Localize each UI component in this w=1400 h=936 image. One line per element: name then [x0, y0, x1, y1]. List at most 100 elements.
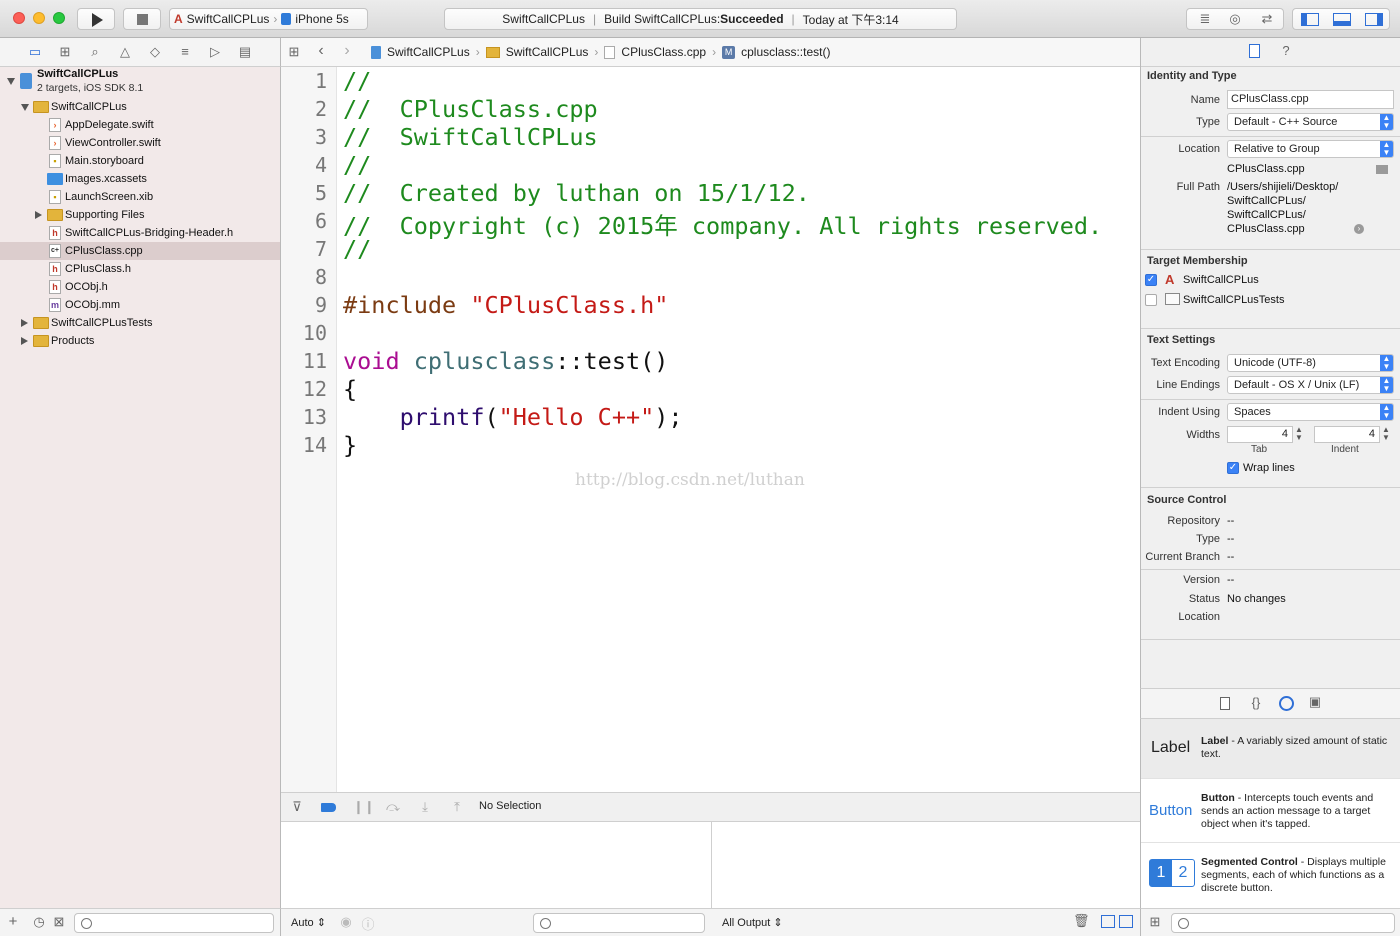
hide-debug-area-icon[interactable]: ⊽ [289, 799, 305, 815]
variables-scope-select[interactable]: Auto ⇕ [291, 916, 326, 929]
file-inspector-icon[interactable] [1249, 44, 1260, 58]
text-encoding-select[interactable]: Unicode (UTF-8) ▲ ▼ [1227, 354, 1394, 372]
run-button[interactable] [77, 8, 115, 30]
indent-width-field[interactable]: 4 [1314, 426, 1380, 443]
variables-filter-input[interactable] [533, 913, 705, 933]
library-item-label[interactable]: Label Label - A variably sized amount of… [1141, 719, 1400, 779]
file-appdelegate[interactable]: › AppDelegate.swift [0, 116, 280, 134]
breadcrumb-file[interactable]: CPlusClass.cpp [621, 45, 706, 59]
navigator-item-label: LaunchScreen.xib [65, 191, 154, 203]
object-library-icon[interactable] [1279, 696, 1294, 711]
field-label: Location [1178, 143, 1220, 155]
disclosure-right-icon[interactable] [21, 319, 28, 327]
group-supporting-files[interactable]: Supporting Files [0, 206, 280, 224]
disclosure-down-icon[interactable] [21, 104, 29, 111]
folder-icon[interactable] [1376, 165, 1388, 174]
file-main-storyboard[interactable]: ▪ Main.storyboard [0, 152, 280, 170]
disclosure-right-icon[interactable] [21, 337, 28, 345]
symbol-navigator-icon[interactable]: ⊞ [56, 44, 74, 60]
minimize-window-button[interactable] [33, 12, 45, 24]
file-launchscreen[interactable]: ▪ LaunchScreen.xib [0, 188, 280, 206]
indent-stepper[interactable]: ▲ ▼ [1382, 426, 1390, 442]
media-library-icon[interactable]: ▣ [1307, 694, 1323, 710]
wrap-lines-checkbox[interactable]: ✓ [1227, 462, 1239, 474]
forward-arrow-icon[interactable]: › [341, 42, 353, 60]
group-tests[interactable]: SwiftCallCPLusTests [0, 314, 280, 332]
scm-filter-icon[interactable]: ⊠ [52, 914, 66, 930]
file-cplusclass-h[interactable]: h CPlusClass.h [0, 260, 280, 278]
file-cplusclass-cpp[interactable]: c+ CPlusClass.cpp [0, 242, 280, 260]
right-pane-toggle-icon[interactable] [1119, 915, 1133, 928]
indent-using-select[interactable]: Spaces ▲ ▼ [1227, 403, 1394, 421]
code-snippet-icon[interactable]: {} [1249, 695, 1263, 710]
add-icon[interactable]: + [6, 913, 20, 930]
line-endings-select[interactable]: Default - OS X / Unix (LF) ▲ ▼ [1227, 376, 1394, 394]
eye-icon[interactable]: ◉ [339, 914, 353, 930]
step-out-icon[interactable]: ⤒ [449, 799, 465, 815]
debug-area-toggle-icon[interactable] [1333, 13, 1351, 26]
library-filter-bar: ⊞ [1140, 908, 1400, 936]
recent-clock-icon[interactable]: ◷ [32, 914, 46, 930]
zoom-window-button[interactable] [53, 12, 65, 24]
back-arrow-icon[interactable]: ‹ [315, 42, 327, 60]
tab-width-field[interactable]: 4 [1227, 426, 1293, 443]
library-filter-input[interactable] [1171, 913, 1395, 933]
assistant-editor-icon[interactable]: ◎ [1223, 11, 1247, 27]
step-over-icon[interactable]: ⤼ [385, 799, 401, 815]
close-window-button[interactable] [13, 12, 25, 24]
project-root[interactable]: SwiftCallCPLus 2 targets, iOS SDK 8.1 [0, 67, 280, 97]
test-diamond-icon[interactable]: ◇ [146, 44, 164, 60]
trash-icon[interactable]: 🗑︎ [1073, 913, 1090, 929]
file-images-xcassets[interactable]: Images.xcassets [0, 170, 280, 188]
breadcrumb-group[interactable]: SwiftCallCPLus [506, 45, 589, 59]
target-checkbox[interactable] [1145, 294, 1157, 306]
stop-button[interactable] [123, 8, 161, 30]
file-ocobj-h[interactable]: h OCObj.h [0, 278, 280, 296]
name-field[interactable]: CPlusClass.cpp [1227, 90, 1394, 109]
info-icon[interactable]: ⓘ [361, 914, 375, 933]
navigator-toggle-icon[interactable] [1301, 13, 1319, 26]
file-bridging-header[interactable]: h SwiftCallCPLus-Bridging-Header.h [0, 224, 280, 242]
scheme-selector[interactable]: A SwiftCallCPLus › iPhone 5s [169, 8, 368, 30]
inspector-tabs: ? [1141, 38, 1400, 67]
file-ocobj-mm[interactable]: m OCObj.mm [0, 296, 280, 314]
search-icon[interactable]: ⌕ [86, 44, 104, 60]
grid-view-icon[interactable]: ⊞ [1148, 914, 1162, 930]
file-template-icon[interactable] [1220, 697, 1230, 710]
warning-icon[interactable]: △ [116, 44, 134, 60]
group-products[interactable]: Products [0, 332, 280, 350]
disclosure-right-icon[interactable] [35, 211, 42, 219]
reveal-arrow-icon[interactable]: › [1354, 224, 1364, 234]
left-pane-toggle-icon[interactable] [1101, 915, 1115, 928]
pause-icon[interactable]: ❙❙ [353, 799, 375, 815]
breadcrumb-symbol[interactable]: cplusclass::test() [741, 45, 830, 59]
library-item-button[interactable]: Button Button - Intercepts touch events … [1141, 780, 1400, 843]
utilities-toggle-icon[interactable] [1365, 13, 1383, 26]
breadcrumb-project[interactable]: SwiftCallCPLus [387, 45, 470, 59]
navigator-filter-input[interactable] [74, 913, 274, 933]
file-viewcontroller[interactable]: › ViewController.swift [0, 134, 280, 152]
output-select[interactable]: All Output ⇕ [722, 916, 783, 929]
tab-stepper[interactable]: ▲ ▼ [1295, 426, 1303, 442]
target-checkbox[interactable]: ✓ [1145, 274, 1157, 286]
navigator-item-label: Products [51, 335, 95, 347]
report-icon[interactable]: ▤ [236, 44, 254, 60]
step-into-icon[interactable]: ⤓ [417, 799, 433, 815]
type-select[interactable]: Default - C++ Source ▲ ▼ [1227, 113, 1394, 131]
quick-help-icon[interactable]: ? [1279, 43, 1293, 58]
version-editor-icon[interactable]: ⇄ [1255, 11, 1279, 27]
source-editor[interactable]: // // CPlusClass.cpp // SwiftCallCPLus /… [337, 67, 1140, 792]
breakpoint-icon[interactable]: ▷ [206, 44, 224, 60]
debug-list-icon[interactable]: ≡ [176, 44, 194, 59]
group-swiftcallcplus[interactable]: SwiftCallCPLus [0, 98, 280, 116]
location-select[interactable]: Relative to Group ▲ ▼ [1227, 140, 1394, 158]
disclosure-down-icon[interactable] [7, 78, 15, 85]
breakpoints-toggle-icon[interactable] [321, 803, 336, 812]
library-item-segmented-control[interactable]: 1 2 Segmented Control - Displays multipl… [1141, 844, 1400, 908]
method-icon: M [722, 45, 736, 59]
folder-icon[interactable]: ▭ [26, 44, 44, 60]
related-items-icon[interactable]: ⊞ [287, 44, 301, 60]
standard-editor-icon[interactable]: ≣ [1193, 11, 1217, 27]
preprocessor-token: #include [343, 291, 471, 319]
target-label: SwiftCallCPLusTests [1183, 294, 1285, 306]
